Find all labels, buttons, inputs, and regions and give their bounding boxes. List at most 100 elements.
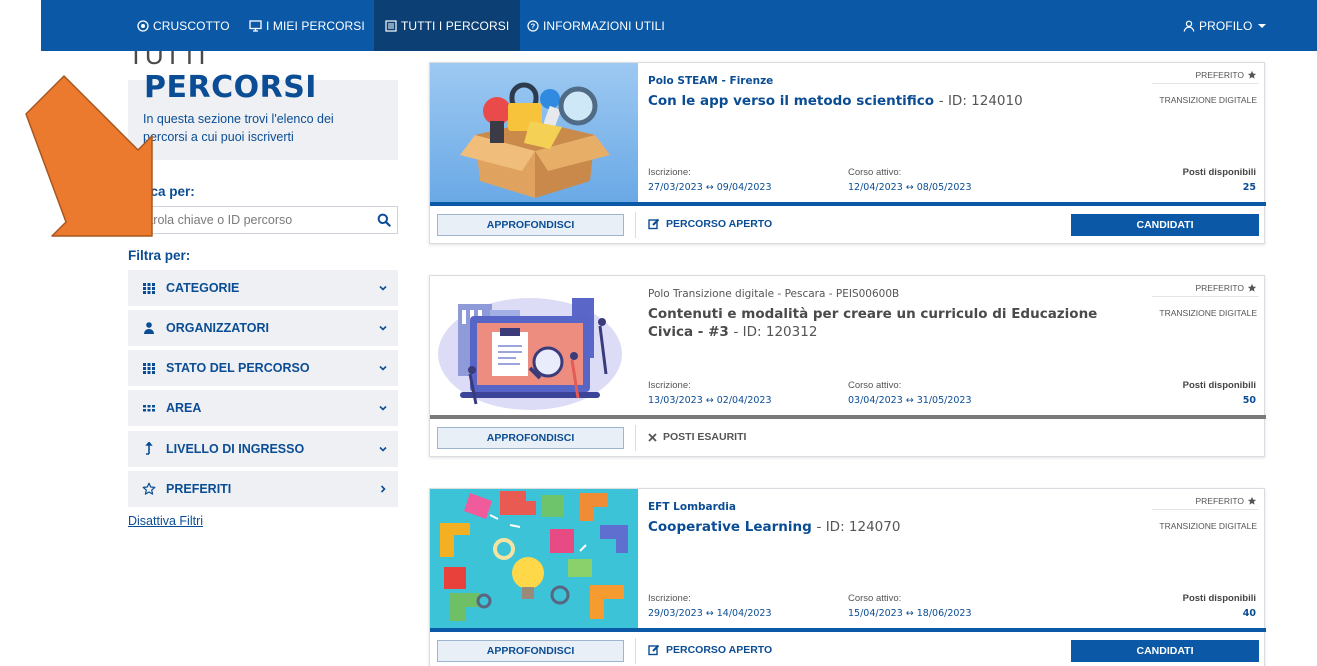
grid-icon [143, 363, 155, 374]
course-status-label: PERCORSO APERTO [666, 218, 773, 230]
filter-entry-level-label: LIVELLO DI INGRESSO [166, 442, 305, 456]
enroll-dates: 29/03/2023 ↔ 14/04/2023 [648, 608, 772, 619]
course-status: POSTI ESAURITI [648, 431, 746, 443]
active-dates: 15/04/2023 ↔ 18/06/2023 [848, 608, 972, 619]
active-dates: 03/04/2023 ↔ 31/05/2023 [848, 395, 972, 406]
nav-my-courses-label: I MIEI PERCORSI [266, 18, 365, 33]
filter-entry-level[interactable]: LIVELLO DI INGRESSO [128, 431, 398, 467]
active-dates: 12/04/2023 ↔ 08/05/2023 [848, 182, 972, 193]
enroll-dates: 27/03/2023 ↔ 09/04/2023 [648, 182, 772, 193]
nav-profile-label: PROFILO [1199, 18, 1253, 33]
box-tools-illustration [430, 63, 638, 202]
filter-favorites[interactable]: PREFERITI [128, 471, 398, 507]
intro-description: In questa sezione trovi l'elenco dei per… [143, 112, 334, 144]
user-icon [1183, 20, 1195, 32]
filter-course-status-label: STATO DEL PERCORSO [166, 361, 310, 375]
card-divider [430, 202, 1266, 206]
chevron-down-icon [379, 325, 387, 331]
course-thumbnail [430, 63, 638, 202]
dots-icon [143, 405, 155, 412]
search-icon[interactable] [377, 213, 391, 227]
favorite-separator [1152, 83, 1259, 84]
favorite-separator [1152, 296, 1259, 297]
level-icon [145, 442, 153, 455]
star-icon [1247, 70, 1257, 79]
chevron-down-icon [379, 405, 387, 411]
vertical-separator [635, 425, 636, 451]
card-divider [430, 628, 1266, 632]
apply-button[interactable]: CANDIDATI [1071, 640, 1259, 662]
enroll-label: Iscrizione: [648, 167, 691, 178]
favorite-toggle[interactable]: PREFERITO [1196, 70, 1258, 80]
enroll-label: Iscrizione: [648, 380, 691, 391]
course-tag: TRANSIZIONE DIGITALE [1159, 521, 1257, 531]
filter-area[interactable]: AREA [128, 390, 398, 426]
details-button[interactable]: APPROFONDISCI [437, 640, 624, 662]
course-tag: TRANSIZIONE DIGITALE [1159, 308, 1257, 318]
filter-organizers[interactable]: ORGANIZZATORI [128, 310, 398, 346]
chevron-down-icon [379, 285, 387, 291]
search-box [128, 206, 398, 234]
course-title[interactable]: Contenuti e modalità per creare un curri… [648, 305, 1128, 341]
course-organizer: Polo STEAM - Firenze [648, 75, 774, 87]
filter-area-label: AREA [166, 401, 202, 415]
nav-all-courses-label: TUTTI I PERCORSI [401, 18, 510, 33]
search-input[interactable] [129, 207, 369, 233]
chevron-right-icon [380, 485, 386, 493]
active-label: Corso attivo: [848, 593, 902, 604]
details-button[interactable]: APPROFONDISCI [437, 214, 624, 236]
active-label: Corso attivo: [848, 380, 902, 391]
monitor-icon [249, 19, 262, 32]
star-icon [1247, 283, 1257, 292]
vertical-separator [635, 212, 636, 238]
course-title[interactable]: Con le app verso il metodo scientifico -… [648, 92, 1128, 110]
seats-value: 50 [1242, 395, 1256, 406]
seats-label: Posti disponibili [1182, 167, 1256, 178]
favorite-separator [1152, 509, 1259, 510]
course-thumbnail [430, 489, 638, 628]
nav-profile-menu[interactable]: PROFILO [1173, 0, 1276, 51]
filter-categories[interactable]: CATEGORIE [128, 270, 398, 306]
favorite-label: PREFERITO [1195, 70, 1245, 80]
course-thumbnail [430, 276, 638, 415]
course-title[interactable]: Cooperative Learning - ID: 124070 [648, 518, 1128, 536]
nav-dashboard[interactable]: CRUSCOTTO [127, 0, 240, 51]
chevron-down-icon [379, 446, 387, 452]
nav-my-courses[interactable]: I MIEI PERCORSI [239, 0, 375, 51]
course-id: - ID: 124010 [938, 93, 1023, 109]
disable-filters-link[interactable]: Disattiva Filtri [128, 514, 203, 528]
enroll-label: Iscrizione: [648, 593, 691, 604]
course-card: EFT Lombardia Cooperative Learning - ID:… [429, 488, 1266, 666]
chevron-down-icon [1258, 23, 1267, 28]
course-status: PERCORSO APERTO [648, 644, 772, 656]
course-status: PERCORSO APERTO [648, 218, 772, 230]
page-title-line1: TUTTI [128, 51, 207, 70]
course-id: - ID: 120312 [733, 324, 818, 340]
favorite-toggle[interactable]: PREFERITO [1196, 283, 1258, 293]
grid-icon [143, 283, 155, 294]
course-card: Polo Transizione digitale - Pescara - PE… [429, 275, 1266, 457]
details-button[interactable]: APPROFONDISCI [437, 427, 624, 449]
course-tag: TRANSIZIONE DIGITALE [1159, 95, 1257, 105]
course-title-text: Con le app verso il metodo scientifico [648, 93, 935, 109]
favorite-label: PREFERITO [1195, 283, 1245, 293]
favorite-toggle[interactable]: PREFERITO [1196, 496, 1258, 506]
puzzle-lightbulb-illustration [430, 489, 638, 628]
nav-info[interactable]: ? INFORMAZIONI UTILI [517, 0, 675, 51]
search-label: Cerca per: [128, 184, 195, 199]
question-icon: ? [527, 19, 539, 32]
course-id: - ID: 124070 [816, 519, 901, 535]
seats-label: Posti disponibili [1182, 380, 1256, 391]
apply-button[interactable]: CANDIDATI [1071, 214, 1259, 236]
list-icon [385, 19, 397, 32]
chevron-down-icon [379, 365, 387, 371]
nav-all-courses[interactable]: TUTTI I PERCORSI [374, 0, 521, 51]
star-icon [142, 482, 156, 495]
filter-course-status[interactable]: STATO DEL PERCORSO [128, 350, 398, 386]
course-organizer: Polo Transizione digitale - Pescara - PE… [648, 288, 900, 300]
card-divider [430, 415, 1266, 419]
course-card: Polo STEAM - Firenze Con le app verso il… [429, 62, 1266, 244]
nav-dashboard-label: CRUSCOTTO [153, 18, 230, 33]
course-status-label: PERCORSO APERTO [666, 644, 773, 656]
svg-text:?: ? [531, 21, 536, 30]
